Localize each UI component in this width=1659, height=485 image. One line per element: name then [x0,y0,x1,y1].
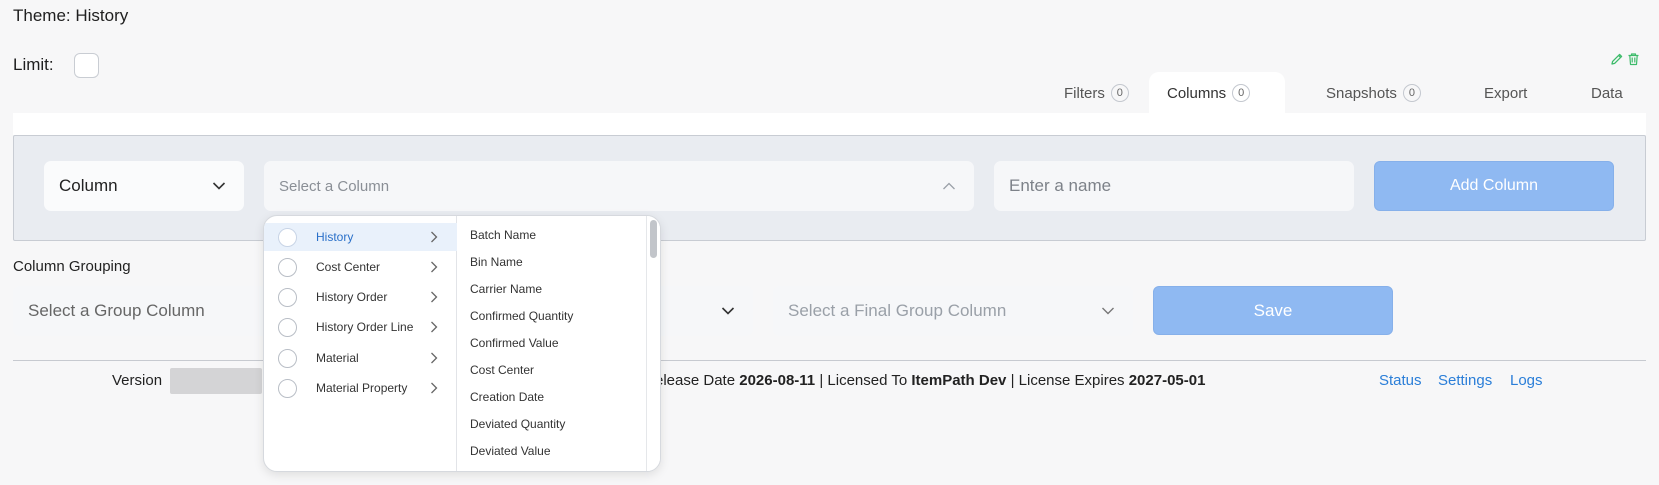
pencil-icon[interactable] [1610,52,1624,66]
footer-divider [13,360,1646,361]
column-option[interactable]: Deviated Quantity [470,417,565,431]
tab-data[interactable]: Data [1573,72,1641,114]
snapshot-count-badge: 0 [1402,84,1421,102]
version-label: Version [112,372,163,389]
tab-export[interactable]: Export [1466,72,1545,114]
column-select-placeholder: Select a Column [279,177,390,195]
final-group-column-select[interactable]: Select a Final Group Column [773,286,1133,336]
radio-icon[interactable] [278,317,297,337]
column-name-input[interactable]: Enter a name [994,161,1354,211]
column-option-list: Batch Name Bin Name Carrier Name Confirm… [458,216,648,471]
release-label: elease Date [655,372,736,389]
category-list: History Cost Center History Order Histor… [264,216,457,471]
category-label: History [316,230,354,244]
category-cost-center[interactable]: Cost Center [264,253,457,281]
column-dropdown: History Cost Center History Order Histor… [263,215,661,472]
category-material[interactable]: Material [264,344,457,372]
column-option[interactable]: Deviated Value [470,444,551,458]
status-link[interactable]: Status [1379,372,1422,389]
chevron-right-icon [431,321,438,333]
tab-label: Export [1484,84,1528,102]
radio-icon[interactable] [278,257,297,277]
chevron-right-icon [431,261,438,273]
save-label: Save [1253,300,1293,320]
chevron-down-icon [212,182,226,190]
tab-label: Columns [1167,84,1227,102]
release-date: 2026-08-11 [739,372,816,389]
tab-bar: Filters 0 Columns 0 Snapshots 0 Export D… [13,72,1646,114]
settings-link[interactable]: Settings [1438,372,1492,389]
trash-icon[interactable] [1627,52,1640,66]
expires-label: License Expires [1018,372,1125,389]
category-material-property[interactable]: Material Property [264,374,457,402]
column-select[interactable]: Select a Column [264,161,974,211]
category-label: History Order [316,290,388,304]
group-column-placeholder: Select a Group Column [28,301,205,320]
column-option[interactable]: Cost Center [470,363,534,377]
tab-label: Snapshots [1326,84,1397,102]
chevron-down-icon [1102,307,1114,315]
separator: | [1010,372,1015,389]
column-type-value: Column [59,176,118,195]
column-count-badge: 0 [1232,84,1251,102]
chevron-up-icon [943,182,955,190]
chevron-right-icon [431,352,438,364]
add-column-panel: Column Select a Column Enter a name Add … [13,135,1646,241]
tab-label: Data [1591,84,1623,102]
column-type-select[interactable]: Column [44,161,244,211]
add-column-label: Add Column [1449,177,1539,194]
category-history[interactable]: History [264,223,457,251]
category-history-order-line[interactable]: History Order Line [264,313,457,341]
column-grouping-label: Column Grouping [13,258,131,275]
chevron-down-icon [721,307,735,315]
column-option[interactable]: Bin Name [470,255,523,269]
column-option[interactable]: Confirmed Quantity [470,309,573,323]
chevron-right-icon [431,382,438,394]
chevron-right-icon [431,291,438,303]
radio-icon[interactable] [278,378,297,398]
radio-icon[interactable] [278,287,297,307]
page-title: Theme: History [13,6,129,25]
license-info: elease Date 2026-08-11 | Licensed To Ite… [655,372,1205,389]
save-button[interactable]: Save [1153,286,1393,335]
filter-count-badge: 0 [1110,84,1129,102]
final-group-placeholder: Select a Final Group Column [788,301,1007,320]
column-option[interactable]: Carrier Name [470,282,542,296]
category-label: Material [316,351,359,365]
category-history-order[interactable]: History Order [264,283,457,311]
category-label: Material Property [316,381,408,395]
expires-date: 2027-05-01 [1128,372,1206,389]
redacted-version [170,368,262,394]
column-option[interactable]: Batch Name [470,228,536,242]
radio-icon[interactable] [278,227,297,247]
chevron-right-icon [431,231,438,243]
licensed-to: ItemPath Dev [911,372,1007,389]
tab-filters[interactable]: Filters 0 [1046,72,1147,114]
tab-content-header [13,113,1646,135]
add-column-button[interactable]: Add Column [1374,161,1614,211]
tab-snapshots[interactable]: Snapshots 0 [1308,72,1439,114]
radio-icon[interactable] [278,348,297,368]
tab-columns[interactable]: Columns 0 [1149,72,1285,114]
category-label: Cost Center [316,260,381,274]
theme-actions [1610,52,1640,66]
category-label: History Order Line [316,320,414,334]
tab-label: Filters [1064,84,1105,102]
licensed-label: Licensed To [827,372,908,389]
logs-link[interactable]: Logs [1510,372,1543,389]
separator: | [819,372,824,389]
column-option[interactable]: Creation Date [470,390,544,404]
column-name-placeholder: Enter a name [1009,176,1112,195]
dropdown-scrollbar[interactable] [646,216,660,471]
scrollbar-thumb[interactable] [650,220,657,258]
column-option[interactable]: Confirmed Value [470,336,559,350]
